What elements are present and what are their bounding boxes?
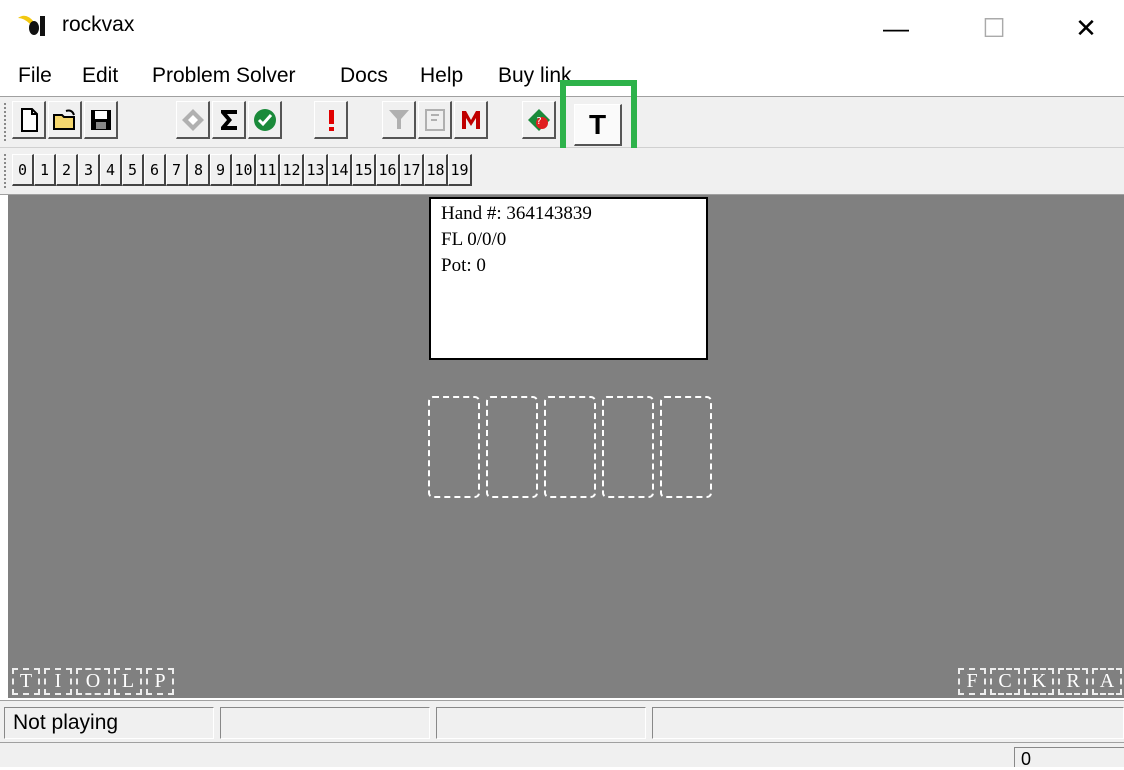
seat-button-0[interactable]: 0 bbox=[12, 154, 34, 186]
menu-help[interactable]: Help bbox=[420, 64, 463, 88]
seat-button-8[interactable]: 8 bbox=[188, 154, 210, 186]
seat-button-9[interactable]: 9 bbox=[210, 154, 232, 186]
action-allin-button[interactable]: A bbox=[1092, 668, 1122, 695]
pot-value: Pot: 0 bbox=[441, 255, 486, 276]
hand-info-box: Hand #: 364143839 FL 0/0/0 Pot: 0 bbox=[429, 197, 708, 360]
title-bar: rockvax — ☐ ✕ bbox=[0, 0, 1124, 56]
menu-edit[interactable]: Edit bbox=[82, 64, 118, 88]
seat-button-4[interactable]: 4 bbox=[100, 154, 122, 186]
check-button[interactable] bbox=[248, 101, 282, 139]
seat-bar-grip[interactable] bbox=[4, 154, 10, 188]
window-title: rockvax bbox=[62, 13, 135, 36]
card-icon bbox=[424, 108, 445, 131]
board-card-slot-2 bbox=[486, 396, 538, 498]
menu-problem-solver[interactable]: Problem Solver bbox=[152, 64, 296, 88]
menu-docs[interactable]: Docs bbox=[340, 64, 388, 88]
seat-button-13[interactable]: 13 bbox=[304, 154, 328, 186]
seat-button-6[interactable]: 6 bbox=[144, 154, 166, 186]
seat-button-3[interactable]: 3 bbox=[78, 154, 100, 186]
seat-button-17[interactable]: 17 bbox=[400, 154, 424, 186]
status-counter: 0 bbox=[1014, 747, 1124, 769]
status-panel-4 bbox=[652, 707, 1124, 739]
sigma-icon bbox=[220, 109, 237, 130]
status-bar: Not playing bbox=[0, 700, 1124, 743]
action-i-button[interactable]: I bbox=[44, 668, 72, 695]
seat-button-18[interactable]: 18 bbox=[424, 154, 448, 186]
action-call-button[interactable]: C bbox=[990, 668, 1020, 695]
save-icon bbox=[90, 109, 111, 130]
m-icon bbox=[461, 110, 480, 129]
seat-button-10[interactable]: 10 bbox=[232, 154, 256, 186]
diamond-button[interactable] bbox=[176, 101, 210, 139]
seat-button-15[interactable]: 15 bbox=[352, 154, 376, 186]
board-card-slot-3 bbox=[544, 396, 596, 498]
action-fold-button[interactable]: F bbox=[958, 668, 986, 695]
seat-button-11[interactable]: 11 bbox=[256, 154, 280, 186]
status-bar-secondary: 0 bbox=[0, 742, 1124, 769]
alert-button[interactable] bbox=[314, 101, 348, 139]
status-panel-3 bbox=[436, 707, 646, 739]
help-button[interactable]: ? bbox=[522, 101, 556, 139]
seat-button-5[interactable]: 5 bbox=[122, 154, 144, 186]
open-folder-icon bbox=[52, 109, 75, 130]
filter-button[interactable] bbox=[382, 101, 416, 139]
help-icon: ? bbox=[527, 108, 550, 131]
open-button[interactable] bbox=[48, 101, 82, 139]
seat-button-1[interactable]: 1 bbox=[34, 154, 56, 186]
action-check-button[interactable]: K bbox=[1024, 668, 1054, 695]
minimize-button[interactable]: — bbox=[850, 0, 942, 56]
fixed-limit-info: FL 0/0/0 bbox=[441, 229, 507, 250]
action-o-button[interactable]: O bbox=[76, 668, 110, 695]
action-l-button[interactable]: L bbox=[114, 668, 142, 695]
seat-button-16[interactable]: 16 bbox=[376, 154, 400, 186]
action-raise-button[interactable]: R bbox=[1058, 668, 1088, 695]
hand-number: Hand #: 364143839 bbox=[441, 203, 592, 224]
seat-button-14[interactable]: 14 bbox=[328, 154, 352, 186]
menu-file[interactable]: File bbox=[18, 64, 52, 88]
check-icon bbox=[253, 108, 276, 131]
app-icon bbox=[18, 15, 45, 36]
diamond-icon bbox=[181, 108, 204, 131]
board-card-slot-1 bbox=[428, 396, 480, 498]
status-panel-2 bbox=[220, 707, 430, 739]
seat-button-19[interactable]: 19 bbox=[448, 154, 472, 186]
new-file-icon bbox=[20, 107, 38, 132]
seat-button-7[interactable]: 7 bbox=[166, 154, 188, 186]
action-t-button[interactable]: T bbox=[12, 668, 40, 695]
seat-number-bar: 0 1 2 3 4 5 6 7 8 9 10 11 12 13 14 15 16… bbox=[0, 148, 1124, 195]
seat-button-12[interactable]: 12 bbox=[280, 154, 304, 186]
close-button[interactable]: ✕ bbox=[1040, 0, 1124, 56]
seat-button-2[interactable]: 2 bbox=[56, 154, 78, 186]
svg-text:?: ? bbox=[536, 116, 541, 127]
maximize-button[interactable]: ☐ bbox=[948, 0, 1040, 56]
action-p-button[interactable]: P bbox=[146, 668, 174, 695]
board-card-slot-4 bbox=[602, 396, 654, 498]
exclamation-icon bbox=[328, 109, 334, 131]
toolbar-grip[interactable] bbox=[4, 103, 10, 141]
board-card-slot-5 bbox=[660, 396, 712, 498]
new-button[interactable] bbox=[12, 101, 46, 139]
save-button[interactable] bbox=[84, 101, 118, 139]
filter-icon bbox=[388, 109, 409, 129]
card-button[interactable] bbox=[418, 101, 452, 139]
status-state: Not playing bbox=[4, 707, 214, 739]
sigma-button[interactable] bbox=[212, 101, 246, 139]
m-button[interactable] bbox=[454, 101, 488, 139]
